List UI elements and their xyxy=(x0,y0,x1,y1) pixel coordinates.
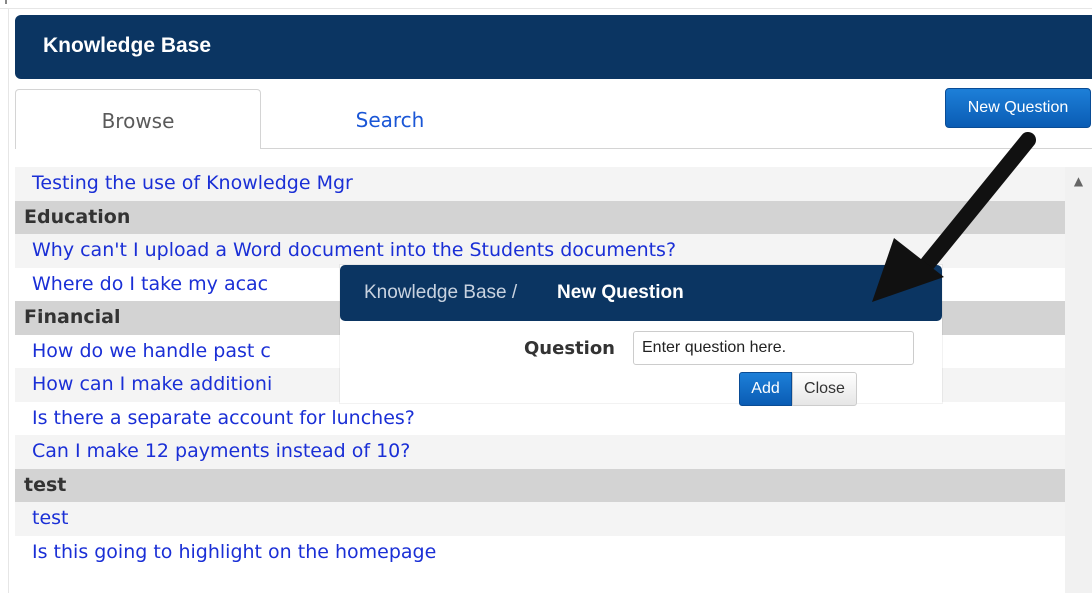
question-label: Question xyxy=(524,338,615,359)
list-item[interactable]: Is there a separate account for lunches? xyxy=(15,401,1065,435)
category-label: Financial xyxy=(24,306,121,328)
category-heading: Education xyxy=(15,200,1065,234)
new-question-dialog: Knowledge Base / New Question Question A… xyxy=(340,265,942,406)
dialog-title: New Question xyxy=(557,282,684,303)
dialog-header: Knowledge Base / New Question xyxy=(340,265,942,321)
list-item[interactable]: Is this going to highlight on the homepa… xyxy=(15,535,1065,569)
page-title: Knowledge Base xyxy=(43,34,212,57)
category-label: Education xyxy=(24,205,131,228)
list-item-link[interactable]: How do we handle past c xyxy=(32,340,271,362)
list-item[interactable]: test xyxy=(15,502,1065,536)
tab-browse[interactable]: Browse xyxy=(15,89,261,149)
list-item-link[interactable]: Is this going to highlight on the homepa… xyxy=(32,541,436,563)
category-heading: test xyxy=(15,468,1065,502)
list-item-link[interactable]: Testing the use of Knowledge Mgr xyxy=(32,172,353,194)
close-button[interactable]: Close xyxy=(792,372,857,406)
page-header: Knowledge Base xyxy=(15,15,1092,79)
tab-search-label: Search xyxy=(355,108,425,132)
left-divider xyxy=(8,8,9,593)
list-item-link[interactable]: Where do I take my acac xyxy=(32,273,268,295)
scrollbar[interactable] xyxy=(1065,167,1092,593)
list-item-link[interactable]: test xyxy=(32,507,69,529)
list-item-link[interactable]: Is there a separate account for lunches? xyxy=(32,407,415,429)
top-edge-mark xyxy=(5,0,7,4)
new-question-button[interactable]: New Question xyxy=(945,88,1091,128)
question-input[interactable] xyxy=(633,331,914,365)
list-item-link[interactable]: How can I make additioni xyxy=(32,373,272,395)
list-item[interactable]: Testing the use of Knowledge Mgr xyxy=(15,167,1065,201)
chevron-up-icon[interactable]: ▲ xyxy=(1065,171,1092,191)
top-divider xyxy=(0,8,1092,9)
list-item[interactable]: Why can't I upload a Word document into … xyxy=(15,234,1065,268)
list-item[interactable]: Can I make 12 payments instead of 10? xyxy=(15,435,1065,469)
tab-browse-label: Browse xyxy=(101,109,175,133)
category-label: test xyxy=(24,473,67,496)
add-button[interactable]: Add xyxy=(739,372,792,406)
dialog-breadcrumb[interactable]: Knowledge Base / xyxy=(364,282,517,304)
list-item-link[interactable]: Can I make 12 payments instead of 10? xyxy=(32,440,410,462)
tab-search[interactable]: Search xyxy=(262,89,518,148)
list-item-link[interactable]: Why can't I upload a Word document into … xyxy=(32,239,676,261)
